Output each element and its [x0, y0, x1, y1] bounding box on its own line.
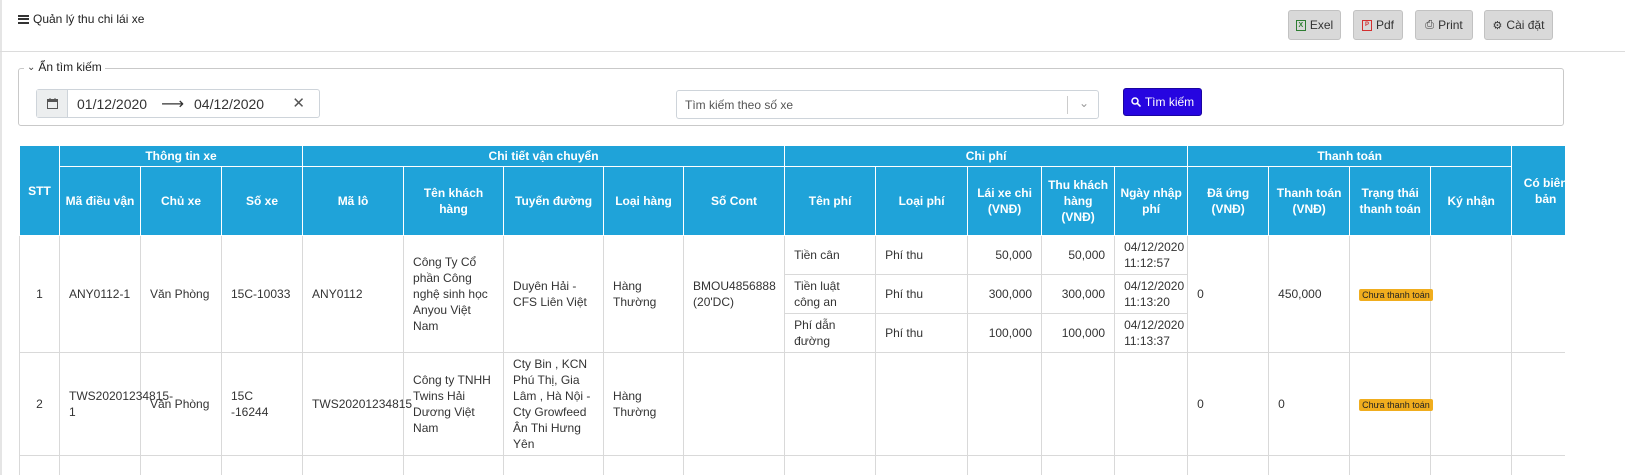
group-transport-detail: Chi tiết vận chuyển — [302, 145, 786, 167]
cell-customer: Công Ty Cổ phần Công nghệ sinh học Anyou… — [403, 235, 505, 353]
col-route: Tuyến đường — [503, 166, 605, 236]
cell-advanced: 0 — [1187, 235, 1270, 353]
cell-container: BMOU4856888 (20'DC) — [683, 235, 786, 353]
cell-payment-amount: 0 — [1268, 352, 1351, 456]
cell-lot-code: ANY0112 — [302, 235, 405, 353]
cell-plate: 15C -16244 — [220, 352, 304, 456]
col-driver-spent: Lái xe chi (VNĐ) — [967, 166, 1043, 236]
cell-route: Duyên Hải - CFS Liên Việt — [503, 235, 605, 353]
cell-payment-amount: 450,000 — [1268, 235, 1351, 353]
col-payment-amount: Thanh toán (VNĐ) — [1268, 166, 1351, 236]
cell-customer: Công ty TNHH Twins Hải Dương Việt Nam — [403, 352, 505, 456]
cell-route: Cty Bin , KCN Phú Thị, Gia Lâm , Hà Nội … — [503, 352, 605, 456]
col-plate: Số xe — [220, 166, 304, 236]
status-badge: Chưa thanh toán — [1359, 398, 1433, 411]
col-fee-name: Tên phí — [784, 166, 877, 236]
cell-plate: 15C-10033 — [220, 235, 304, 353]
cell-customer-paid — [1041, 352, 1116, 456]
col-owner: Chủ xe — [140, 166, 222, 236]
cell-container — [683, 352, 786, 456]
table-row[interactable]: 2 TWS20201234815-1 Văn Phòng 15C -16244 … — [19, 352, 1565, 456]
cell-stt: 2 — [19, 352, 60, 456]
cell-entry-date: 04/12/2020 11:12:57 — [1114, 235, 1189, 275]
col-dispatch-code: Mã điều vận — [59, 166, 141, 236]
cell-customer-paid: 100,000 — [1041, 313, 1116, 353]
col-minutes: Có biên bản — [1511, 145, 1565, 236]
cell-stt: 1 — [19, 235, 60, 353]
cell-dispatch-code: ANY0112-1 — [59, 235, 141, 353]
grid-wrapper: STT Thông tin xe Chi tiết vận chuyển Chi… — [0, 0, 1565, 475]
cell-driver-spent: 50,000 — [967, 235, 1043, 275]
status-badge: Chưa thanh toán — [1359, 288, 1433, 301]
cell-owner: Văn Phòng — [140, 235, 222, 353]
cell-customer-paid: 300,000 — [1041, 274, 1116, 314]
col-customer: Tên khách hàng — [403, 166, 505, 236]
col-cargo-type: Loại hàng — [603, 166, 685, 236]
cell-signed — [1430, 235, 1513, 353]
cell-cargo-type: Hàng Thường — [603, 352, 685, 456]
cell-fee-type — [875, 352, 969, 456]
col-entry-date: Ngày nhập phí — [1114, 166, 1189, 236]
cell-payment-status: Chưa thanh toán — [1349, 235, 1433, 353]
col-customer-paid: Thu khách hàng (VNĐ) — [1041, 166, 1116, 236]
cell-customer-paid: 50,000 — [1041, 235, 1116, 275]
cell-lot-code: TWS20201234815 — [302, 352, 412, 456]
cell-fee-name: Tiền luật công an — [784, 274, 877, 314]
col-signed: Ký nhận — [1430, 166, 1513, 236]
cell-advanced: 0 — [1187, 352, 1270, 456]
cell-fee-type: Phí thu — [875, 274, 969, 314]
col-advanced: Đã ứng (VNĐ) — [1187, 166, 1270, 236]
cell-owner: Văn Phòng — [140, 352, 222, 456]
group-vehicle-info: Thông tin xe — [58, 145, 304, 167]
cell-fee-type: Phí thu — [875, 313, 969, 353]
col-lot-code: Mã lô — [302, 166, 405, 236]
cell-fee-name: Phí dẫn đường — [784, 313, 877, 353]
table-row[interactable]: 1 ANY0112-1 Văn Phòng 15C-10033 ANY0112 … — [19, 235, 1565, 353]
group-costs: Chi phí — [784, 145, 1189, 167]
cell-fee-name: Tiền cân — [784, 235, 877, 275]
col-payment-status: Trạng thái thanh toán — [1349, 166, 1432, 236]
cell-driver-spent: 100,000 — [967, 313, 1043, 353]
cell-signed — [1430, 352, 1513, 456]
cell-dispatch-code: TWS20201234815-1 — [59, 352, 173, 456]
cell-cargo-type: Hàng Thường — [603, 235, 685, 353]
cell-entry-date — [1114, 352, 1189, 456]
cell-payment-status: Chưa thanh toán — [1349, 352, 1433, 456]
fee-table: STT Thông tin xe Chi tiết vận chuyển Chi… — [19, 145, 1565, 475]
cell-minutes — [1511, 352, 1565, 456]
group-payment: Thanh toán — [1187, 145, 1513, 167]
col-fee-type: Loại phí — [875, 166, 969, 236]
cell-entry-date: 04/12/2020 11:13:20 — [1114, 274, 1189, 314]
cell-fee-type: Phí thu — [875, 235, 969, 275]
col-container: Số Cont — [683, 166, 786, 236]
cell-driver-spent: 300,000 — [967, 274, 1043, 314]
col-stt: STT — [19, 145, 60, 236]
cell-driver-spent — [967, 352, 1043, 456]
table-row[interactable] — [19, 455, 1565, 475]
cell-entry-date: 04/12/2020 11:13:37 — [1114, 313, 1189, 353]
cell-fee-name — [784, 352, 877, 456]
cell-minutes — [1511, 235, 1565, 353]
